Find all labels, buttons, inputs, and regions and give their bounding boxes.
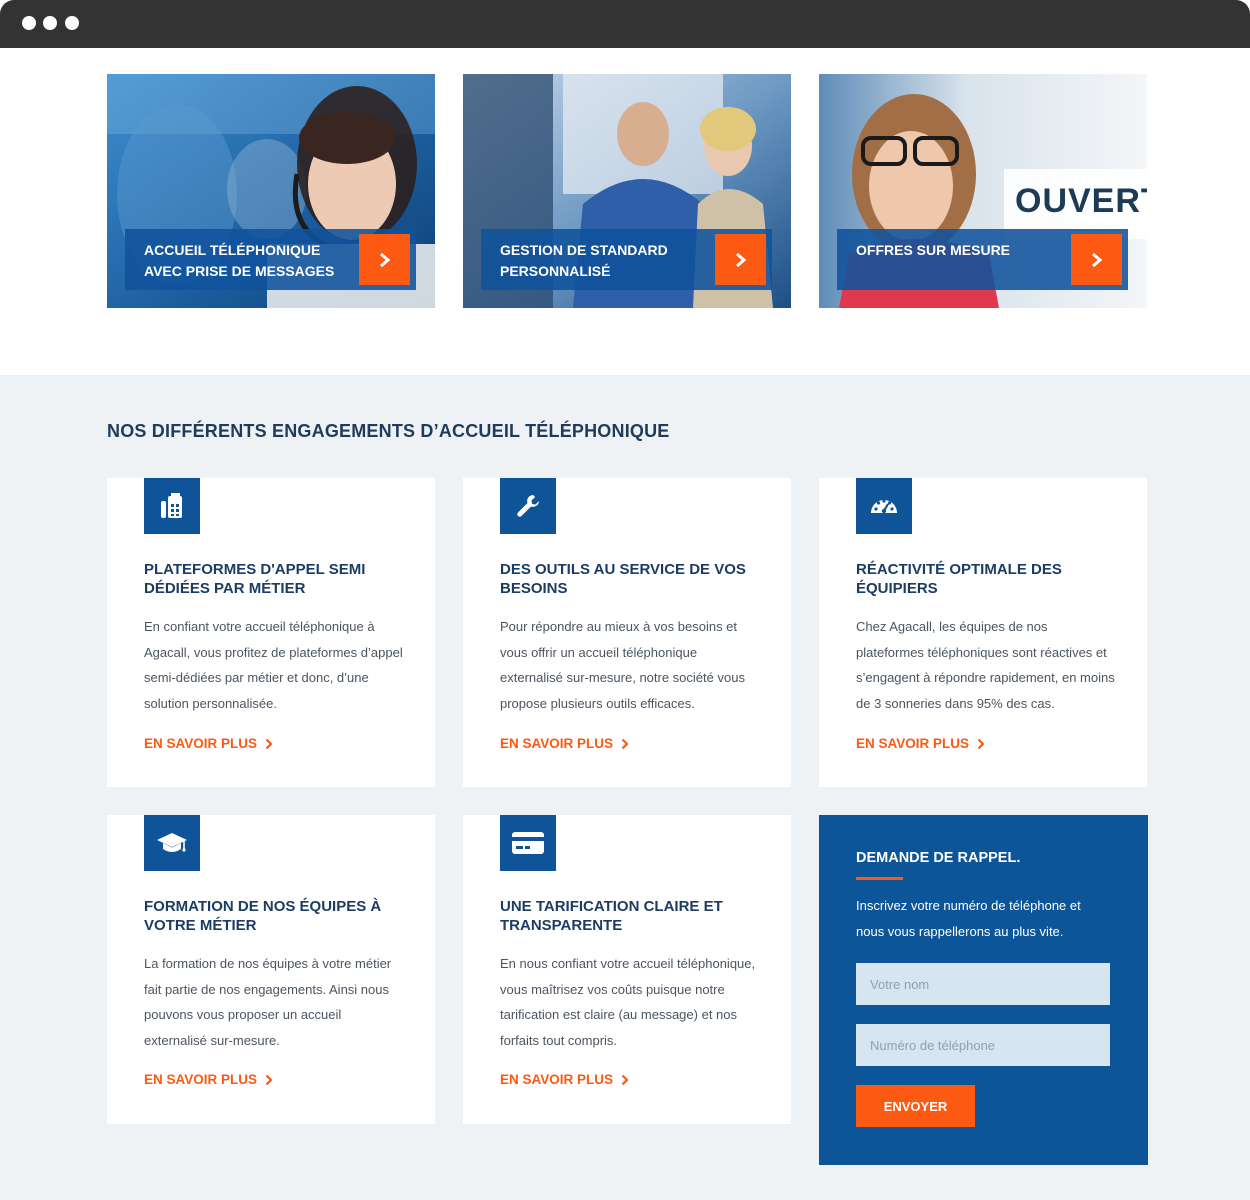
phone-input[interactable] xyxy=(856,1024,1110,1066)
feature-title: PLATEFORMES D'APPEL SEMI DÉDIÉES PAR MÉT… xyxy=(144,561,366,597)
feature-title: RÉACTIVITÉ OPTIMALE DES ÉQUIPIERS xyxy=(856,561,1062,597)
name-input[interactable] xyxy=(856,963,1110,1005)
hero-arrow-button[interactable] xyxy=(715,234,766,285)
feature-icon-box xyxy=(856,478,912,534)
feature-description: Pour répondre au mieux à vos besoins et … xyxy=(500,619,745,711)
feature-title: FORMATION DE NOS ÉQUIPES À VOTRE MÉTIER xyxy=(144,898,382,934)
learn-more-link[interactable]: EN SAVOIR PLUS xyxy=(144,1072,273,1087)
feature-icon-box xyxy=(500,815,556,871)
ouvert-sign-text: OUVERT xyxy=(1015,182,1147,220)
feature-description: Chez Agacall, les équipes de nos platefo… xyxy=(856,619,1115,711)
feature-title: DES OUTILS AU SERVICE DE VOS BESOINS xyxy=(500,561,746,597)
feature-icon-box xyxy=(144,815,200,871)
hero-card-accueil[interactable]: ACCUEIL TÉLÉPHONIQUE AVEC PRISE DE MESSA… xyxy=(107,74,435,308)
feature-title: UNE TARIFICATION CLAIRE ET TRANSPARENTE xyxy=(500,898,723,934)
learn-more-link[interactable]: EN SAVOIR PLUS xyxy=(500,736,629,751)
hero-label: OFFRES SUR MESURE xyxy=(856,242,1011,258)
credit-card-icon xyxy=(512,832,544,854)
chevron-right-icon xyxy=(265,738,273,749)
hero-banner: ACCUEIL TÉLÉPHONIQUE AVEC PRISE DE MESSA… xyxy=(125,229,416,290)
chevron-right-icon xyxy=(621,738,629,749)
engagements-section: NOS DIFFÉRENTS ENGAGEMENTS D’ACCUEIL TÉL… xyxy=(0,375,1250,1200)
gauge-icon xyxy=(871,499,897,514)
window-title-bar xyxy=(0,0,1250,48)
learn-more-label: EN SAVOIR PLUS xyxy=(500,1072,614,1087)
chevron-right-icon xyxy=(621,1074,629,1085)
wrench-icon xyxy=(517,495,539,517)
hero-banner: OFFRES SUR MESURE xyxy=(837,229,1128,290)
hero-label: GESTION DE STANDARD PERSONNALISÉ xyxy=(500,242,668,279)
callback-title: DEMANDE DE RAPPEL. xyxy=(856,850,1021,866)
learn-more-link[interactable]: EN SAVOIR PLUS xyxy=(500,1072,629,1087)
learn-more-label: EN SAVOIR PLUS xyxy=(144,1072,258,1087)
feature-card-formation: FORMATION DE NOS ÉQUIPES À VOTRE MÉTIER … xyxy=(107,815,435,1124)
chevron-right-icon xyxy=(1091,252,1102,267)
title-underline xyxy=(856,877,903,880)
learn-more-label: EN SAVOIR PLUS xyxy=(144,736,258,751)
callback-description: Inscrivez votre numéro de téléphone et n… xyxy=(856,898,1081,939)
learn-more-label: EN SAVOIR PLUS xyxy=(500,736,614,751)
feature-description: En nous confiant votre accueil téléphoni… xyxy=(500,956,756,1048)
hero-banner: GESTION DE STANDARD PERSONNALISÉ xyxy=(481,229,772,290)
learn-more-label: EN SAVOIR PLUS xyxy=(856,736,970,751)
learn-more-link[interactable]: EN SAVOIR PLUS xyxy=(144,736,273,751)
feature-icon-box xyxy=(144,478,200,534)
feature-description: La formation de nos équipes à votre méti… xyxy=(144,956,392,1048)
window-dot-3[interactable] xyxy=(65,16,79,30)
hero-arrow-button[interactable] xyxy=(1071,234,1122,285)
chevron-right-icon xyxy=(977,738,985,749)
window-dot-1[interactable] xyxy=(22,16,36,30)
hero-arrow-button[interactable] xyxy=(359,234,410,285)
feature-card-outils: DES OUTILS AU SERVICE DE VOS BESOINS Pou… xyxy=(463,478,791,787)
hero-label: ACCUEIL TÉLÉPHONIQUE AVEC PRISE DE MESSA… xyxy=(144,242,335,279)
hero-card-offres[interactable]: OUVERT OFFRES SUR MESURE xyxy=(819,74,1147,308)
feature-icon-box xyxy=(500,478,556,534)
window-dot-2[interactable] xyxy=(43,16,57,30)
feature-card-plateformes: PLATEFORMES D'APPEL SEMI DÉDIÉES PAR MÉT… xyxy=(107,478,435,787)
feature-description: En confiant votre accueil téléphonique à… xyxy=(144,619,403,711)
hero-card-standard[interactable]: GESTION DE STANDARD PERSONNALISÉ xyxy=(463,74,791,308)
callback-form: DEMANDE DE RAPPEL. Inscrivez votre numér… xyxy=(819,815,1148,1165)
graduation-cap-icon xyxy=(157,833,187,852)
send-button[interactable]: ENVOYER xyxy=(856,1085,975,1127)
chevron-right-icon xyxy=(735,252,746,267)
chevron-right-icon xyxy=(265,1074,273,1085)
feature-card-tarification: UNE TARIFICATION CLAIRE ET TRANSPARENTE … xyxy=(463,815,791,1124)
section-title: NOS DIFFÉRENTS ENGAGEMENTS D’ACCUEIL TÉL… xyxy=(107,421,670,441)
feature-card-reactivite: RÉACTIVITÉ OPTIMALE DES ÉQUIPIERS Chez A… xyxy=(819,478,1147,787)
fax-icon xyxy=(161,493,182,518)
learn-more-link[interactable]: EN SAVOIR PLUS xyxy=(856,736,985,751)
chevron-right-icon xyxy=(379,252,390,267)
